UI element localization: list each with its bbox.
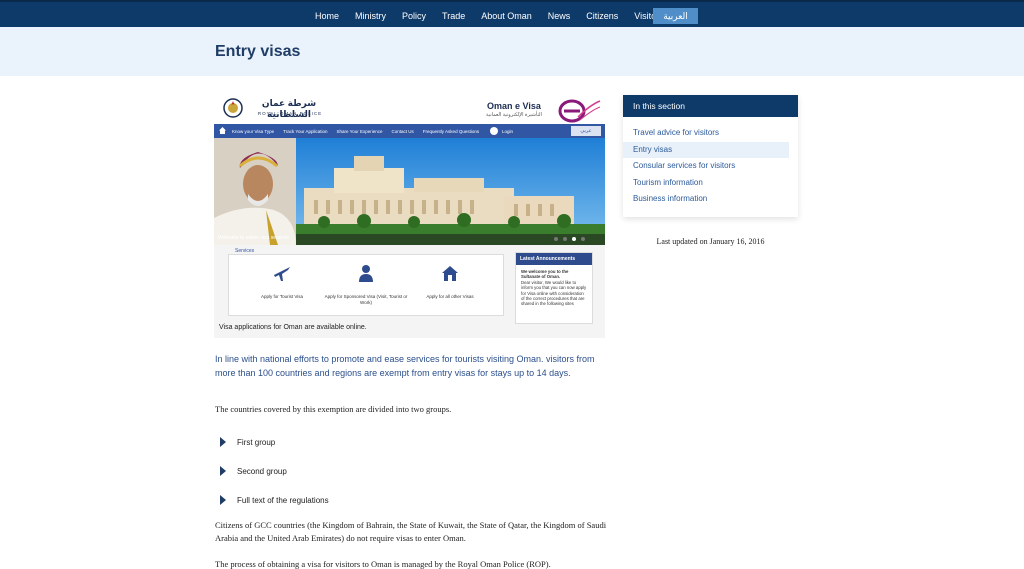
evisa-menu-contact: Contact Us <box>391 128 414 134</box>
announcements-title: Latest Announcements <box>516 253 592 265</box>
service-label: Apply for Sponsored Visa (Visit, Tourist… <box>324 294 408 305</box>
nav-home[interactable]: Home <box>315 11 339 21</box>
evisa-screenshot-image: شرطة عمان السلطانية ROYAL OMAN POLICE Om… <box>214 92 605 338</box>
evisa-subtitle: التأشيرة الإلكترونية العمانية <box>486 112 542 118</box>
evisa-announcements: Latest Announcements We welcome you to t… <box>515 252 593 324</box>
lead-paragraph: In line with national efforts to promote… <box>215 354 595 378</box>
service-label: Apply for all other Visas <box>426 294 474 299</box>
announcement-body: Dear visitor, We would like to inform yo… <box>521 279 587 307</box>
airplane-icon <box>274 267 290 281</box>
nav-about-oman[interactable]: About Oman <box>481 11 532 21</box>
evisa-title: Oman e Visa <box>487 101 541 111</box>
evisa-login-label: Login <box>502 128 514 134</box>
announcement-text: We welcome you to the Sultanate of Oman.… <box>516 265 592 311</box>
user-icon <box>359 265 373 282</box>
service-other-visas: Apply for all other Visas <box>405 263 495 300</box>
evisa-banner-caption: Welcome to online visa services <box>218 235 290 241</box>
evisa-logo-icon <box>558 99 601 123</box>
service-tourist-visa: Apply for Tourist Visa <box>237 263 327 300</box>
in-this-section-sidebar: In this section Travel advice for visito… <box>623 95 798 217</box>
image-caption: Visa applications for Oman are available… <box>219 324 367 331</box>
page-header <box>0 27 1024 76</box>
exemption-groups-paragraph: The countries covered by this exemption … <box>215 404 452 414</box>
nav-citizens[interactable]: Citizens <box>586 11 618 21</box>
gcc-paragraph: Citizens of GCC countries (the Kingdom o… <box>215 520 607 543</box>
service-sponsored-visa: Apply for Sponsored Visa (Visit, Tourist… <box>321 263 411 306</box>
page-title: Entry visas <box>215 43 301 60</box>
accordion-label: Full text of the regulations <box>237 495 329 505</box>
accordion-label: Second group <box>237 466 287 476</box>
service-label: Apply for Tourist Visa <box>260 294 304 299</box>
carousel-dots <box>554 237 585 241</box>
home-icon <box>219 127 226 134</box>
evisa-menu-share: Share Your Experience <box>336 128 383 134</box>
house-icon <box>442 266 458 281</box>
sidebar-item-consular-services[interactable]: Consular services for visitors <box>623 158 789 175</box>
announcement-heading: We welcome you to the Sultanate of Oman. <box>521 269 569 280</box>
rop-english-name: ROYAL OMAN POLICE <box>257 111 323 116</box>
accordion-second-group[interactable]: Second group <box>220 466 287 476</box>
evisa-services-panel: Services Apply for Tourist Visa Apply fo… <box>228 248 504 316</box>
arabic-language-button[interactable]: العربية <box>653 8 698 24</box>
police-emblem-icon <box>223 98 243 118</box>
evisa-brandbar: شرطة عمان السلطانية ROYAL OMAN POLICE Om… <box>214 92 605 124</box>
rop-arabic-name: شرطة عمان السلطانية <box>261 98 317 119</box>
last-updated: Last updated on January 16, 2016 <box>656 237 765 246</box>
sidebar-item-travel-advice[interactable]: Travel advice for visitors <box>623 125 789 142</box>
evisa-banner-photo <box>214 138 605 245</box>
evisa-menu-bar: Know your Visa Type Track Your Applicati… <box>214 124 605 138</box>
carousel-dot-active <box>572 237 576 241</box>
carousel-dot <box>581 237 585 241</box>
evisa-menu-faq: Frequently Asked Questions <box>422 128 480 134</box>
carousel-dot <box>554 237 558 241</box>
evisa-services-label: Services <box>233 248 257 254</box>
accordion-full-regulations[interactable]: Full text of the regulations <box>220 495 329 505</box>
sidebar-item-entry-visas[interactable]: Entry visas <box>623 141 789 158</box>
caret-right-icon <box>220 495 226 505</box>
rop-paragraph: The process of obtaining a visa for visi… <box>215 559 551 569</box>
evisa-menu-track: Track Your Application <box>283 128 328 134</box>
evisa-login: Login <box>490 127 513 135</box>
evisa-arabic-label: عربي <box>571 126 601 136</box>
user-icon <box>490 127 498 135</box>
nav-policy[interactable]: Policy <box>402 11 426 21</box>
sidebar-title: In this section <box>623 95 798 117</box>
nav-ministry[interactable]: Ministry <box>355 11 386 21</box>
sidebar-item-tourism-information[interactable]: Tourism information <box>623 175 789 192</box>
caret-right-icon <box>220 466 226 476</box>
nav-news[interactable]: News <box>548 11 571 21</box>
nav-trade[interactable]: Trade <box>442 11 465 21</box>
sidebar-item-business-information[interactable]: Business information <box>623 191 789 208</box>
accordion-label: First group <box>237 437 276 447</box>
evisa-menu-visa-type: Know your Visa Type <box>232 128 275 134</box>
carousel-dot <box>563 237 567 241</box>
top-navigation: Home Ministry Policy Trade About Oman Ne… <box>0 0 1024 27</box>
caret-right-icon <box>220 437 226 447</box>
accordion-first-group[interactable]: First group <box>220 437 275 447</box>
